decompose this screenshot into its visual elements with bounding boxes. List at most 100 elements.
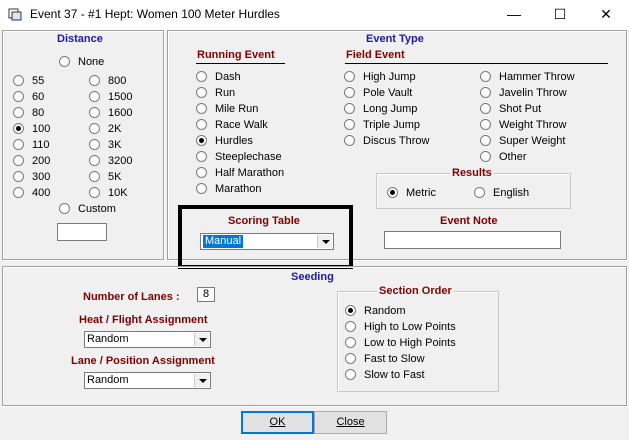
radio-dot xyxy=(345,337,356,348)
radio-label: 10K xyxy=(108,187,128,199)
heat-assignment-value: Random xyxy=(87,333,129,345)
radio-dot xyxy=(13,75,24,86)
running-event-title: Running Event xyxy=(197,49,275,61)
radio-dot xyxy=(13,91,24,102)
radio-label: Hammer Throw xyxy=(499,71,575,83)
ok-button[interactable]: OK xyxy=(241,411,314,434)
radio-label: Custom xyxy=(78,203,116,215)
minimize-button[interactable]: — xyxy=(491,0,537,30)
radio-dot xyxy=(345,369,356,380)
radio-label: Dash xyxy=(215,71,241,83)
radio-label: 100 xyxy=(32,123,51,135)
radio-dot xyxy=(345,321,356,332)
radio-dot xyxy=(13,187,24,198)
radio-label: Discus Throw xyxy=(363,135,430,147)
chevron-down-icon[interactable] xyxy=(194,333,209,346)
radio-label: 5K xyxy=(108,171,122,183)
radio-label: 1600 xyxy=(108,107,133,119)
radio-label: Hurdles xyxy=(215,135,253,147)
radio-label: Fast to Slow xyxy=(364,353,425,365)
radio-dot xyxy=(59,203,70,214)
chevron-down-icon[interactable] xyxy=(317,235,332,248)
radio-label: 2K xyxy=(108,123,122,135)
radio-dot xyxy=(13,107,24,118)
radio-label: Shot Put xyxy=(499,103,542,115)
heat-assignment-select[interactable]: Random xyxy=(84,331,211,348)
radio-dot xyxy=(13,139,24,150)
radio-label: Other xyxy=(499,151,527,163)
event-type-title: Event Type xyxy=(366,33,424,45)
close-window-button[interactable]: ✕ xyxy=(583,0,629,30)
distance-title: Distance xyxy=(57,33,103,45)
radio-label: 55 xyxy=(32,75,45,87)
radio-dot xyxy=(196,135,207,146)
radio-label: Marathon xyxy=(215,183,262,195)
radio-dot xyxy=(13,171,24,182)
radio-label: 300 xyxy=(32,171,51,183)
radio-label: Race Walk xyxy=(215,119,268,131)
radio-label: Pole Vault xyxy=(363,87,413,99)
heat-assignment-label: Heat / Flight Assignment xyxy=(79,314,208,326)
radio-dot xyxy=(480,151,491,162)
radio-dot xyxy=(196,87,207,98)
radio-label: 3200 xyxy=(108,155,133,167)
radio-dot xyxy=(344,71,355,82)
radio-dot xyxy=(480,71,491,82)
scoring-table-value: Manual xyxy=(203,235,244,248)
dialog-body: Distance None 55 60 80 100 110 200 300 400 800 150… xyxy=(0,30,629,440)
custom-distance-input[interactable] xyxy=(57,223,107,241)
radio-dot xyxy=(344,119,355,130)
radio-label: Super Weight xyxy=(499,135,566,147)
close-button-label: Close xyxy=(336,416,365,428)
lane-assignment-label: Lane / Position Assignment xyxy=(71,355,215,367)
radio-label: 1500 xyxy=(108,91,133,103)
radio-dot xyxy=(196,151,207,162)
radio-dot xyxy=(196,71,207,82)
event-note-title: Event Note xyxy=(440,215,498,227)
radio-dot xyxy=(89,155,100,166)
radio-dot xyxy=(480,103,491,114)
results-title: Results xyxy=(450,167,494,179)
radio-dot xyxy=(59,56,70,67)
radio-dot xyxy=(344,135,355,146)
app-icon xyxy=(8,8,22,21)
radio-dot xyxy=(89,75,100,86)
lane-assignment-select[interactable]: Random xyxy=(84,372,211,389)
radio-dot xyxy=(196,119,207,130)
radio-dot xyxy=(480,135,491,146)
radio-dot xyxy=(344,87,355,98)
radio-label: 110 xyxy=(32,139,50,151)
radio-label: Low to High Points xyxy=(364,337,456,349)
radio-label: High Jump xyxy=(363,71,416,83)
radio-dot xyxy=(345,353,356,364)
radio-label: Random xyxy=(364,305,406,317)
radio-dot xyxy=(13,155,24,166)
field-event-title: Field Event xyxy=(346,49,405,61)
section-order-title: Section Order xyxy=(377,285,454,297)
radio-dot xyxy=(196,167,207,178)
ok-button-label: OK xyxy=(269,416,286,428)
radio-label: Steeplechase xyxy=(215,151,282,163)
scoring-table-select[interactable]: Manual xyxy=(200,233,334,250)
radio-label: None xyxy=(78,56,105,68)
chevron-down-icon[interactable] xyxy=(194,374,209,387)
radio-dot xyxy=(89,123,100,134)
radio-dot xyxy=(89,107,100,118)
field-event-underline xyxy=(345,63,608,64)
radio-label: Run xyxy=(215,87,236,99)
radio-dot xyxy=(89,171,100,182)
scoring-table-title: Scoring Table xyxy=(228,215,300,227)
maximize-button[interactable]: ☐ xyxy=(537,0,583,30)
radio-label: English xyxy=(493,187,530,199)
radio-dot xyxy=(387,187,398,198)
radio-label: Triple Jump xyxy=(363,119,421,131)
radio-label: 200 xyxy=(32,155,51,167)
close-button[interactable]: Close xyxy=(314,411,387,434)
radio-label: Half Marathon xyxy=(215,167,285,179)
window-title: Event 37 - #1 Hept: Women 100 Meter Hurd… xyxy=(30,7,280,21)
radio-label: 80 xyxy=(32,107,45,119)
lanes-input[interactable]: 8 xyxy=(197,287,215,302)
radio-label: Long Jump xyxy=(363,103,418,115)
event-note-input[interactable] xyxy=(384,231,561,249)
radio-dot xyxy=(480,119,491,130)
